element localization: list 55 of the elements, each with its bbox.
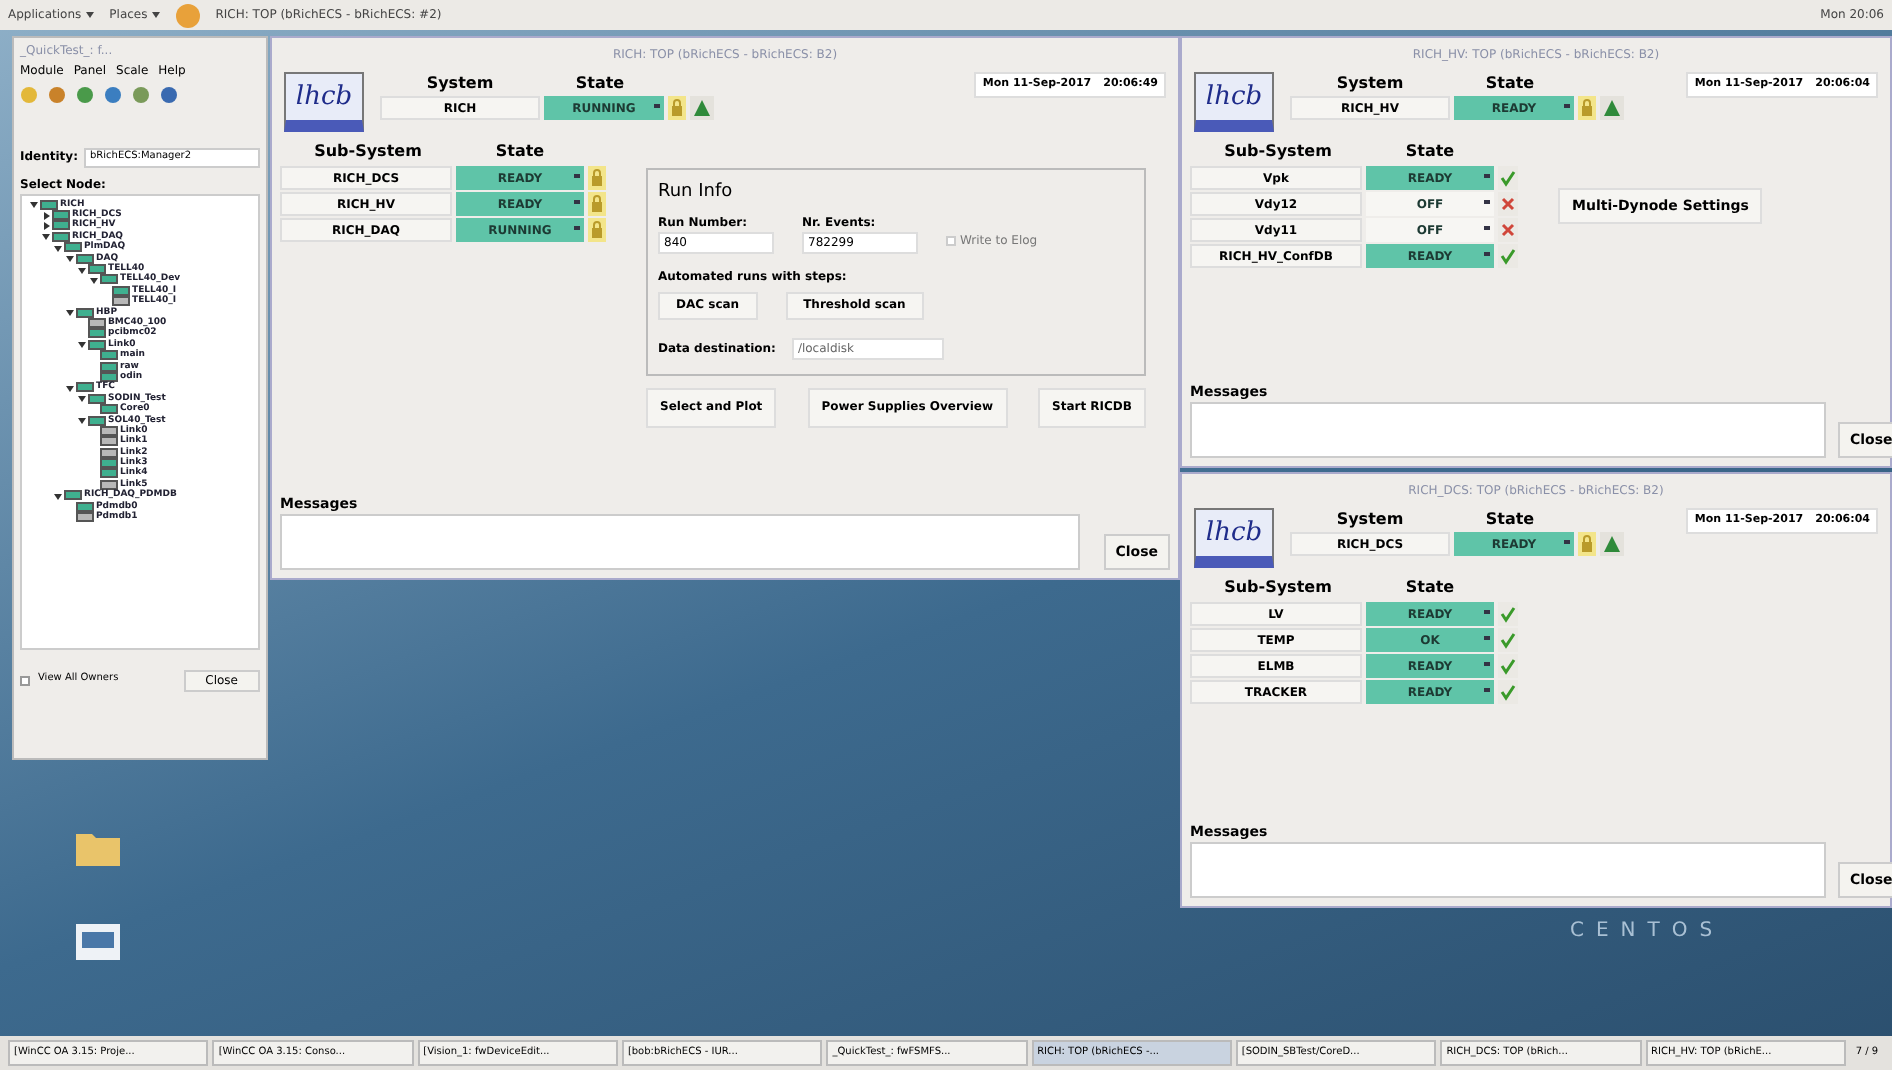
collapsed-arrow-icon[interactable] bbox=[42, 221, 50, 230]
column-header: State bbox=[1403, 140, 1457, 164]
lock-icon[interactable] bbox=[1578, 96, 1596, 120]
warning-icon[interactable] bbox=[1600, 532, 1624, 556]
caret-icon bbox=[151, 12, 160, 18]
panel-title: Run Info bbox=[658, 180, 735, 206]
check-icon[interactable] bbox=[1498, 654, 1518, 678]
expanded-arrow-icon[interactable] bbox=[54, 243, 62, 252]
check-icon[interactable] bbox=[1498, 166, 1518, 190]
check-icon[interactable] bbox=[1498, 628, 1518, 652]
wallpaper-text: CENTOS bbox=[1570, 918, 1725, 946]
lock-icon[interactable] bbox=[1578, 532, 1596, 556]
logo: lhcb bbox=[284, 72, 364, 132]
lock-icon[interactable] bbox=[588, 218, 606, 242]
cross-icon[interactable] bbox=[1498, 218, 1518, 242]
app-icon bbox=[175, 3, 200, 27]
column-header: State bbox=[1403, 576, 1457, 600]
column-header: System bbox=[1334, 508, 1406, 532]
warning-icon[interactable] bbox=[690, 96, 714, 120]
expanded-arrow-icon[interactable] bbox=[30, 200, 38, 209]
check-icon[interactable] bbox=[1498, 244, 1518, 268]
expanded-arrow-icon[interactable] bbox=[42, 232, 50, 241]
cross-icon[interactable] bbox=[1498, 192, 1518, 216]
column-header: State bbox=[1483, 72, 1537, 96]
column-header: State bbox=[1483, 508, 1537, 532]
collapsed-arrow-icon[interactable] bbox=[42, 211, 50, 220]
expanded-arrow-icon[interactable] bbox=[78, 265, 86, 274]
column-header: Sub-System bbox=[312, 140, 424, 164]
lock-icon[interactable] bbox=[668, 96, 686, 120]
logo: lhcb bbox=[1194, 72, 1274, 132]
warning-icon[interactable] bbox=[1600, 96, 1624, 120]
expanded-arrow-icon[interactable] bbox=[78, 340, 86, 349]
column-header: System bbox=[1334, 72, 1406, 96]
expanded-arrow-icon[interactable] bbox=[66, 308, 74, 317]
expanded-arrow-icon[interactable] bbox=[66, 254, 74, 263]
image-file-icon[interactable] bbox=[76, 924, 120, 960]
lock-icon[interactable] bbox=[588, 192, 606, 216]
logo: lhcb bbox=[1194, 508, 1274, 568]
expanded-arrow-icon[interactable] bbox=[78, 394, 86, 403]
expanded-arrow-icon[interactable] bbox=[78, 416, 86, 424]
check-icon[interactable] bbox=[1498, 602, 1518, 626]
checkbox[interactable] bbox=[20, 675, 30, 685]
expanded-arrow-icon[interactable] bbox=[66, 383, 74, 392]
column-header: State bbox=[573, 72, 627, 96]
expanded-arrow-icon[interactable] bbox=[90, 275, 98, 284]
lock-icon[interactable] bbox=[588, 166, 606, 190]
check-icon[interactable] bbox=[1498, 680, 1518, 704]
column-header: Sub-System bbox=[1222, 140, 1334, 164]
caret-icon bbox=[85, 12, 94, 18]
folder-icon[interactable] bbox=[76, 830, 120, 866]
expanded-arrow-icon[interactable] bbox=[54, 491, 62, 500]
checkbox[interactable] bbox=[946, 235, 956, 245]
column-header: State bbox=[493, 140, 547, 164]
column-header: System bbox=[424, 72, 496, 96]
column-header: Sub-System bbox=[1222, 576, 1334, 600]
